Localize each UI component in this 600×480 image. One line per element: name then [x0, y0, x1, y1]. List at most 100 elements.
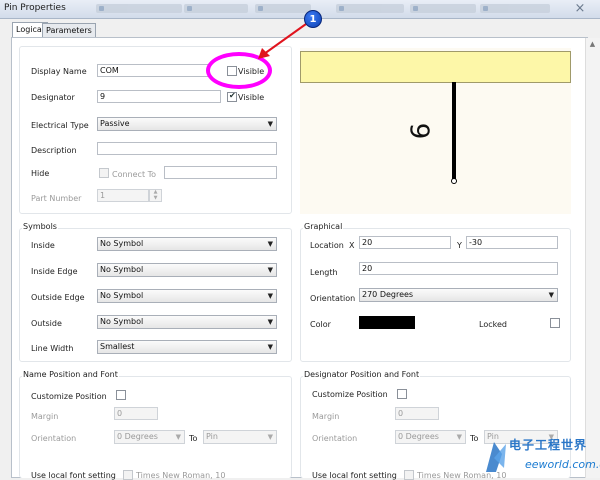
tab-parameters[interactable]: Parameters: [42, 23, 96, 37]
inside-edge-select[interactable]: No Symbol ▼: [97, 263, 277, 277]
name-customize-label: Customize Position: [31, 392, 107, 401]
name-font-label: Use local font setting: [31, 471, 116, 480]
name-customize-checkbox[interactable]: [116, 390, 126, 400]
electrical-type-value: Passive: [100, 119, 130, 128]
taskbar-tab[interactable]: [410, 4, 476, 13]
display-name-input[interactable]: COM: [97, 64, 209, 77]
chevron-down-icon: ▼: [267, 120, 273, 128]
color-label: Color: [310, 320, 331, 329]
vertical-scrollbar[interactable]: [585, 38, 600, 478]
outside-select[interactable]: No Symbol ▼: [97, 315, 277, 329]
watermark-cn: 电子工程世界: [509, 438, 588, 452]
location-y-label: Y: [457, 241, 462, 250]
taskbar-tab[interactable]: [96, 4, 182, 13]
chevron-down-icon: ▼: [267, 292, 273, 300]
part-number-stepper[interactable]: ▲ ▼: [149, 189, 162, 202]
electrical-type-label: Electrical Type: [31, 121, 89, 130]
name-font-value[interactable]: Times New Roman, 10: [136, 471, 225, 480]
line-width-label: Line Width: [31, 344, 74, 353]
outside-label: Outside: [31, 319, 62, 328]
name-font-checkbox[interactable]: [123, 470, 133, 480]
designator-margin-input[interactable]: 0: [395, 407, 439, 420]
name-orientation-label: Orientation: [31, 434, 77, 443]
locked-label: Locked: [479, 320, 507, 329]
designator-customize-checkbox[interactable]: [397, 389, 407, 399]
window-title: Pin Properties: [4, 3, 66, 13]
designator-label: Designator: [31, 93, 75, 102]
taskbar-tab[interactable]: [336, 4, 404, 13]
part-number-label: Part Number: [31, 194, 82, 203]
step-badge: 1: [304, 10, 322, 28]
designator-input[interactable]: 9: [97, 90, 221, 103]
name-position-title: Name Position and Font: [22, 370, 119, 379]
designator-orientation-label: Orientation: [312, 434, 358, 443]
chevron-down-icon: ▼: [267, 240, 273, 248]
designator-customize-label: Customize Position: [312, 390, 388, 399]
chevron-down-icon: ▼: [548, 291, 554, 299]
close-icon[interactable]: ×: [572, 2, 588, 16]
graphical-title: Graphical: [303, 222, 344, 231]
name-to-select[interactable]: Pin ▼: [203, 430, 277, 444]
designator-visible-checkbox[interactable]: [227, 91, 237, 102]
inside-edge-value: No Symbol: [100, 265, 144, 274]
name-margin-input[interactable]: 0: [114, 407, 158, 420]
display-name-label: Display Name: [31, 67, 87, 76]
name-orientation-select[interactable]: 0 Degrees ▼: [114, 430, 185, 444]
taskbar-tab[interactable]: [480, 4, 550, 13]
electrical-type-select[interactable]: Passive ▼: [97, 117, 277, 131]
pin-hot-spot: [451, 178, 457, 184]
designator-margin-label: Margin: [312, 412, 340, 421]
name-orientation-value: 0 Degrees: [117, 432, 158, 441]
chevron-down-icon: ▼: [267, 343, 273, 351]
location-y-input[interactable]: -30: [466, 236, 558, 249]
orientation-select[interactable]: 270 Degrees ▼: [359, 288, 558, 302]
chevron-down-icon: ▼: [175, 433, 181, 441]
line-width-select[interactable]: Smallest ▼: [97, 340, 277, 354]
designator-orientation-select[interactable]: 0 Degrees ▼: [395, 430, 466, 444]
outside-edge-label: Outside Edge: [31, 293, 85, 302]
pin-designator-text: 9: [403, 122, 434, 140]
name-to-label: To: [189, 434, 198, 443]
location-label: Location: [310, 241, 344, 250]
outside-edge-select[interactable]: No Symbol ▼: [97, 289, 277, 303]
color-swatch[interactable]: [359, 316, 415, 329]
location-x-input[interactable]: 20: [359, 236, 451, 249]
name-margin-label: Margin: [31, 412, 59, 421]
chevron-down-icon: ▼: [267, 266, 273, 274]
connect-to-input[interactable]: [164, 166, 277, 179]
designator-position-title: Designator Position and Font: [303, 370, 421, 379]
location-x-label: X: [349, 241, 355, 250]
outside-value: No Symbol: [100, 317, 144, 326]
connect-to-label: Connect To: [112, 170, 157, 179]
length-label: Length: [310, 268, 338, 277]
line-width-value: Smallest: [100, 342, 135, 351]
inside-label: Inside: [31, 241, 55, 250]
length-input[interactable]: 20: [359, 262, 558, 275]
chevron-down-icon: ▼: [267, 433, 273, 441]
annotation-arrow-icon: [258, 23, 307, 59]
component-body: [300, 51, 571, 83]
designator-orientation-value: 0 Degrees: [398, 432, 439, 441]
taskbar-tab[interactable]: [255, 4, 311, 13]
watermark-en: eeworld.com.cn: [525, 458, 600, 471]
name-to-value: Pin: [206, 432, 218, 441]
designator-to-label: To: [470, 434, 479, 443]
watermark-logo-icon: [486, 442, 506, 472]
inside-select[interactable]: No Symbol ▼: [97, 237, 277, 251]
locked-checkbox[interactable]: [550, 318, 560, 328]
hide-label: Hide: [31, 169, 50, 178]
description-input[interactable]: [97, 142, 277, 155]
spin-down-icon: ▼: [153, 195, 158, 201]
designator-font-checkbox[interactable]: [404, 470, 414, 480]
chevron-down-icon: ▼: [267, 318, 273, 326]
orientation-label: Orientation: [310, 294, 356, 303]
orientation-value: 270 Degrees: [362, 290, 414, 299]
designator-visible-label: Visible: [238, 93, 265, 102]
hide-checkbox[interactable]: [99, 168, 109, 178]
scroll-up-icon[interactable]: ▲: [587, 40, 598, 50]
description-label: Description: [31, 146, 77, 155]
taskbar-tab[interactable]: [184, 4, 248, 13]
designator-font-label: Use local font setting: [312, 471, 397, 480]
pin-graphic: [452, 82, 456, 183]
part-number-input[interactable]: 1: [97, 189, 149, 202]
